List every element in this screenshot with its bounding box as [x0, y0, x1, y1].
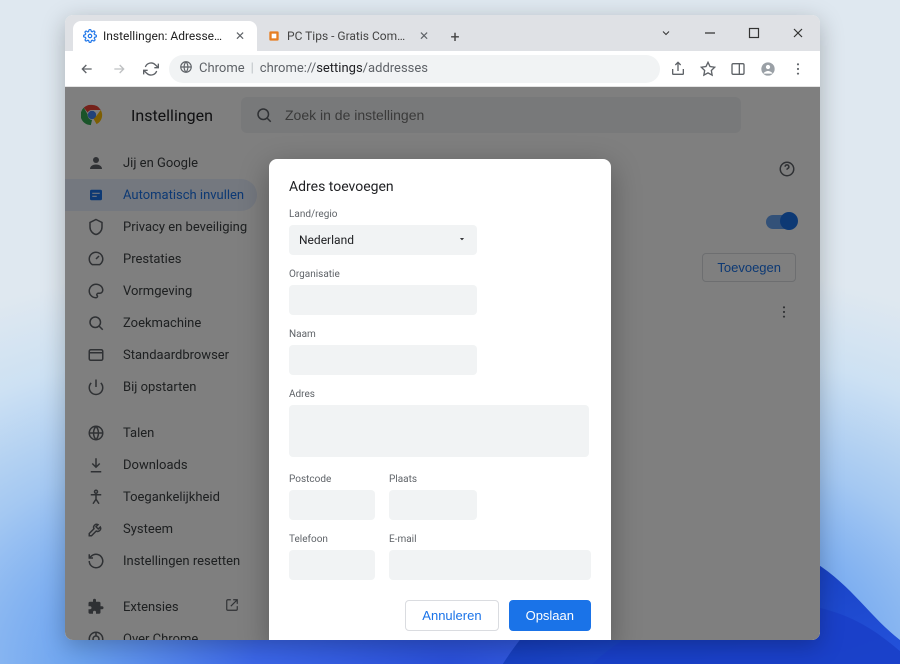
tab-close-icon[interactable]: ✕ — [233, 29, 247, 43]
label-email: E-mail — [389, 534, 591, 545]
label-postcode: Postcode — [289, 474, 375, 485]
city-input[interactable] — [389, 490, 477, 520]
label-phone: Telefoon — [289, 534, 375, 545]
address-input[interactable] — [289, 405, 589, 457]
country-select[interactable]: Nederland — [289, 225, 477, 255]
share-icon[interactable] — [664, 55, 692, 83]
profile-icon[interactable] — [754, 55, 782, 83]
bookmark-icon[interactable] — [694, 55, 722, 83]
label-name: Naam — [289, 329, 591, 340]
nav-back-icon[interactable] — [73, 55, 101, 83]
add-address-dialog: Adres toevoegen Land/regio Nederland Org… — [269, 159, 611, 640]
new-tab-button[interactable]: + — [441, 21, 469, 51]
browser-window: Instellingen: Adressen en meer ✕ PC Tips… — [65, 15, 820, 640]
dialog-title: Adres toevoegen — [289, 179, 591, 195]
site-info-icon[interactable] — [179, 60, 193, 78]
organisation-input[interactable] — [289, 285, 477, 315]
tab-inactive[interactable]: PC Tips - Gratis Computer Tips, v ✕ — [257, 21, 441, 51]
name-input[interactable] — [289, 345, 477, 375]
chrome-chip: Chrome — [199, 61, 245, 76]
settings-favicon-icon — [83, 29, 97, 43]
title-bar: Instellingen: Adressen en meer ✕ PC Tips… — [65, 15, 820, 51]
chevron-down-icon — [457, 233, 467, 247]
tab-title: PC Tips - Gratis Computer Tips, v — [287, 29, 411, 43]
omnibox[interactable]: Chrome | chrome://settings/addresses — [169, 55, 660, 83]
window-controls — [644, 15, 820, 51]
cancel-button[interactable]: Annuleren — [405, 600, 498, 631]
browser-toolbar: Chrome | chrome://settings/addresses — [65, 51, 820, 87]
nav-forward-icon[interactable] — [105, 55, 133, 83]
site-favicon-icon — [267, 29, 281, 43]
label-organisation: Organisatie — [289, 269, 591, 280]
email-input[interactable] — [389, 550, 591, 580]
save-button[interactable]: Opslaan — [509, 600, 591, 631]
url-text: chrome://settings/addresses — [260, 61, 428, 76]
phone-input[interactable] — [289, 550, 375, 580]
label-city: Plaats — [389, 474, 477, 485]
tab-strip: Instellingen: Adressen en meer ✕ PC Tips… — [65, 15, 644, 51]
nav-reload-icon[interactable] — [137, 55, 165, 83]
country-value: Nederland — [299, 233, 354, 247]
window-dropdown-icon[interactable] — [644, 15, 688, 51]
tab-close-icon[interactable]: ✕ — [417, 29, 431, 43]
window-close-icon[interactable] — [776, 15, 820, 51]
window-maximize-icon[interactable] — [732, 15, 776, 51]
tab-active[interactable]: Instellingen: Adressen en meer ✕ — [73, 21, 257, 51]
label-address: Adres — [289, 389, 591, 400]
side-panel-icon[interactable] — [724, 55, 752, 83]
chrome-menu-icon[interactable] — [784, 55, 812, 83]
tab-title: Instellingen: Adressen en meer — [103, 29, 227, 43]
postcode-input[interactable] — [289, 490, 375, 520]
label-country: Land/regio — [289, 209, 591, 220]
window-minimize-icon[interactable] — [688, 15, 732, 51]
